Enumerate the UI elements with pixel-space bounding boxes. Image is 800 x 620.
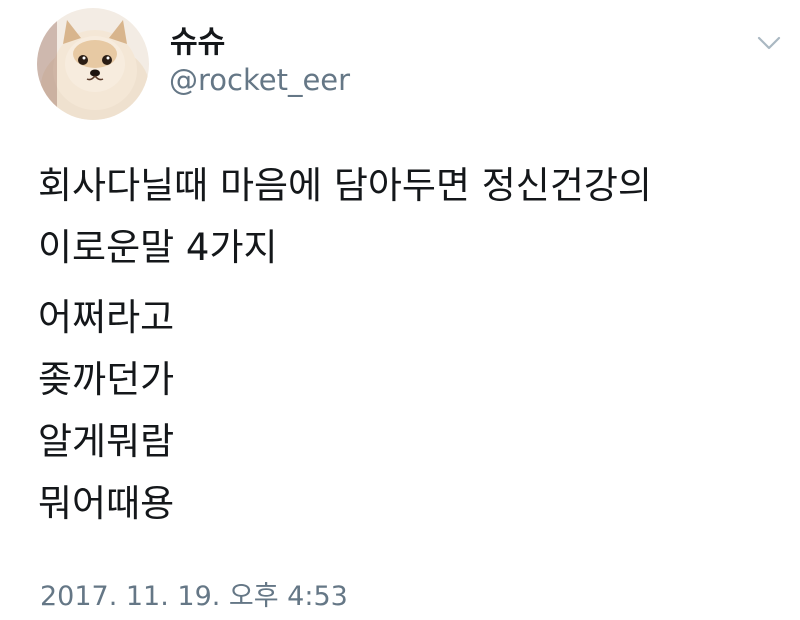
user-handle[interactable]: @rocket_eer <box>169 66 350 95</box>
tweet-line: 이로운말 4가지 <box>38 226 278 269</box>
chevron-down-icon[interactable] <box>754 32 784 54</box>
list-item: 뭐어때용 <box>38 482 175 525</box>
list-item: 알게뭐람 <box>38 420 175 463</box>
tweet-card: 슈슈 @rocket_eer 회사다닐때 마음에 담아두면 정신건강의 이로운말… <box>0 0 800 620</box>
tweet-text: 회사다닐때 마음에 담아두면 정신건강의 이로운말 4가지 어쩌라고 좆까던가 … <box>38 155 778 535</box>
avatar[interactable] <box>37 8 149 120</box>
tweet-timestamp[interactable]: 2017. 11. 19. 오후 4:53 <box>40 583 348 610</box>
list-item: 좆까던가 <box>38 358 175 401</box>
pomeranian-dog-avatar-icon <box>37 8 149 120</box>
tweet-line: 회사다닐때 마음에 담아두면 정신건강의 <box>38 164 652 207</box>
list-item: 어쩌라고 <box>38 296 175 339</box>
display-name[interactable]: 슈슈 <box>170 28 225 58</box>
